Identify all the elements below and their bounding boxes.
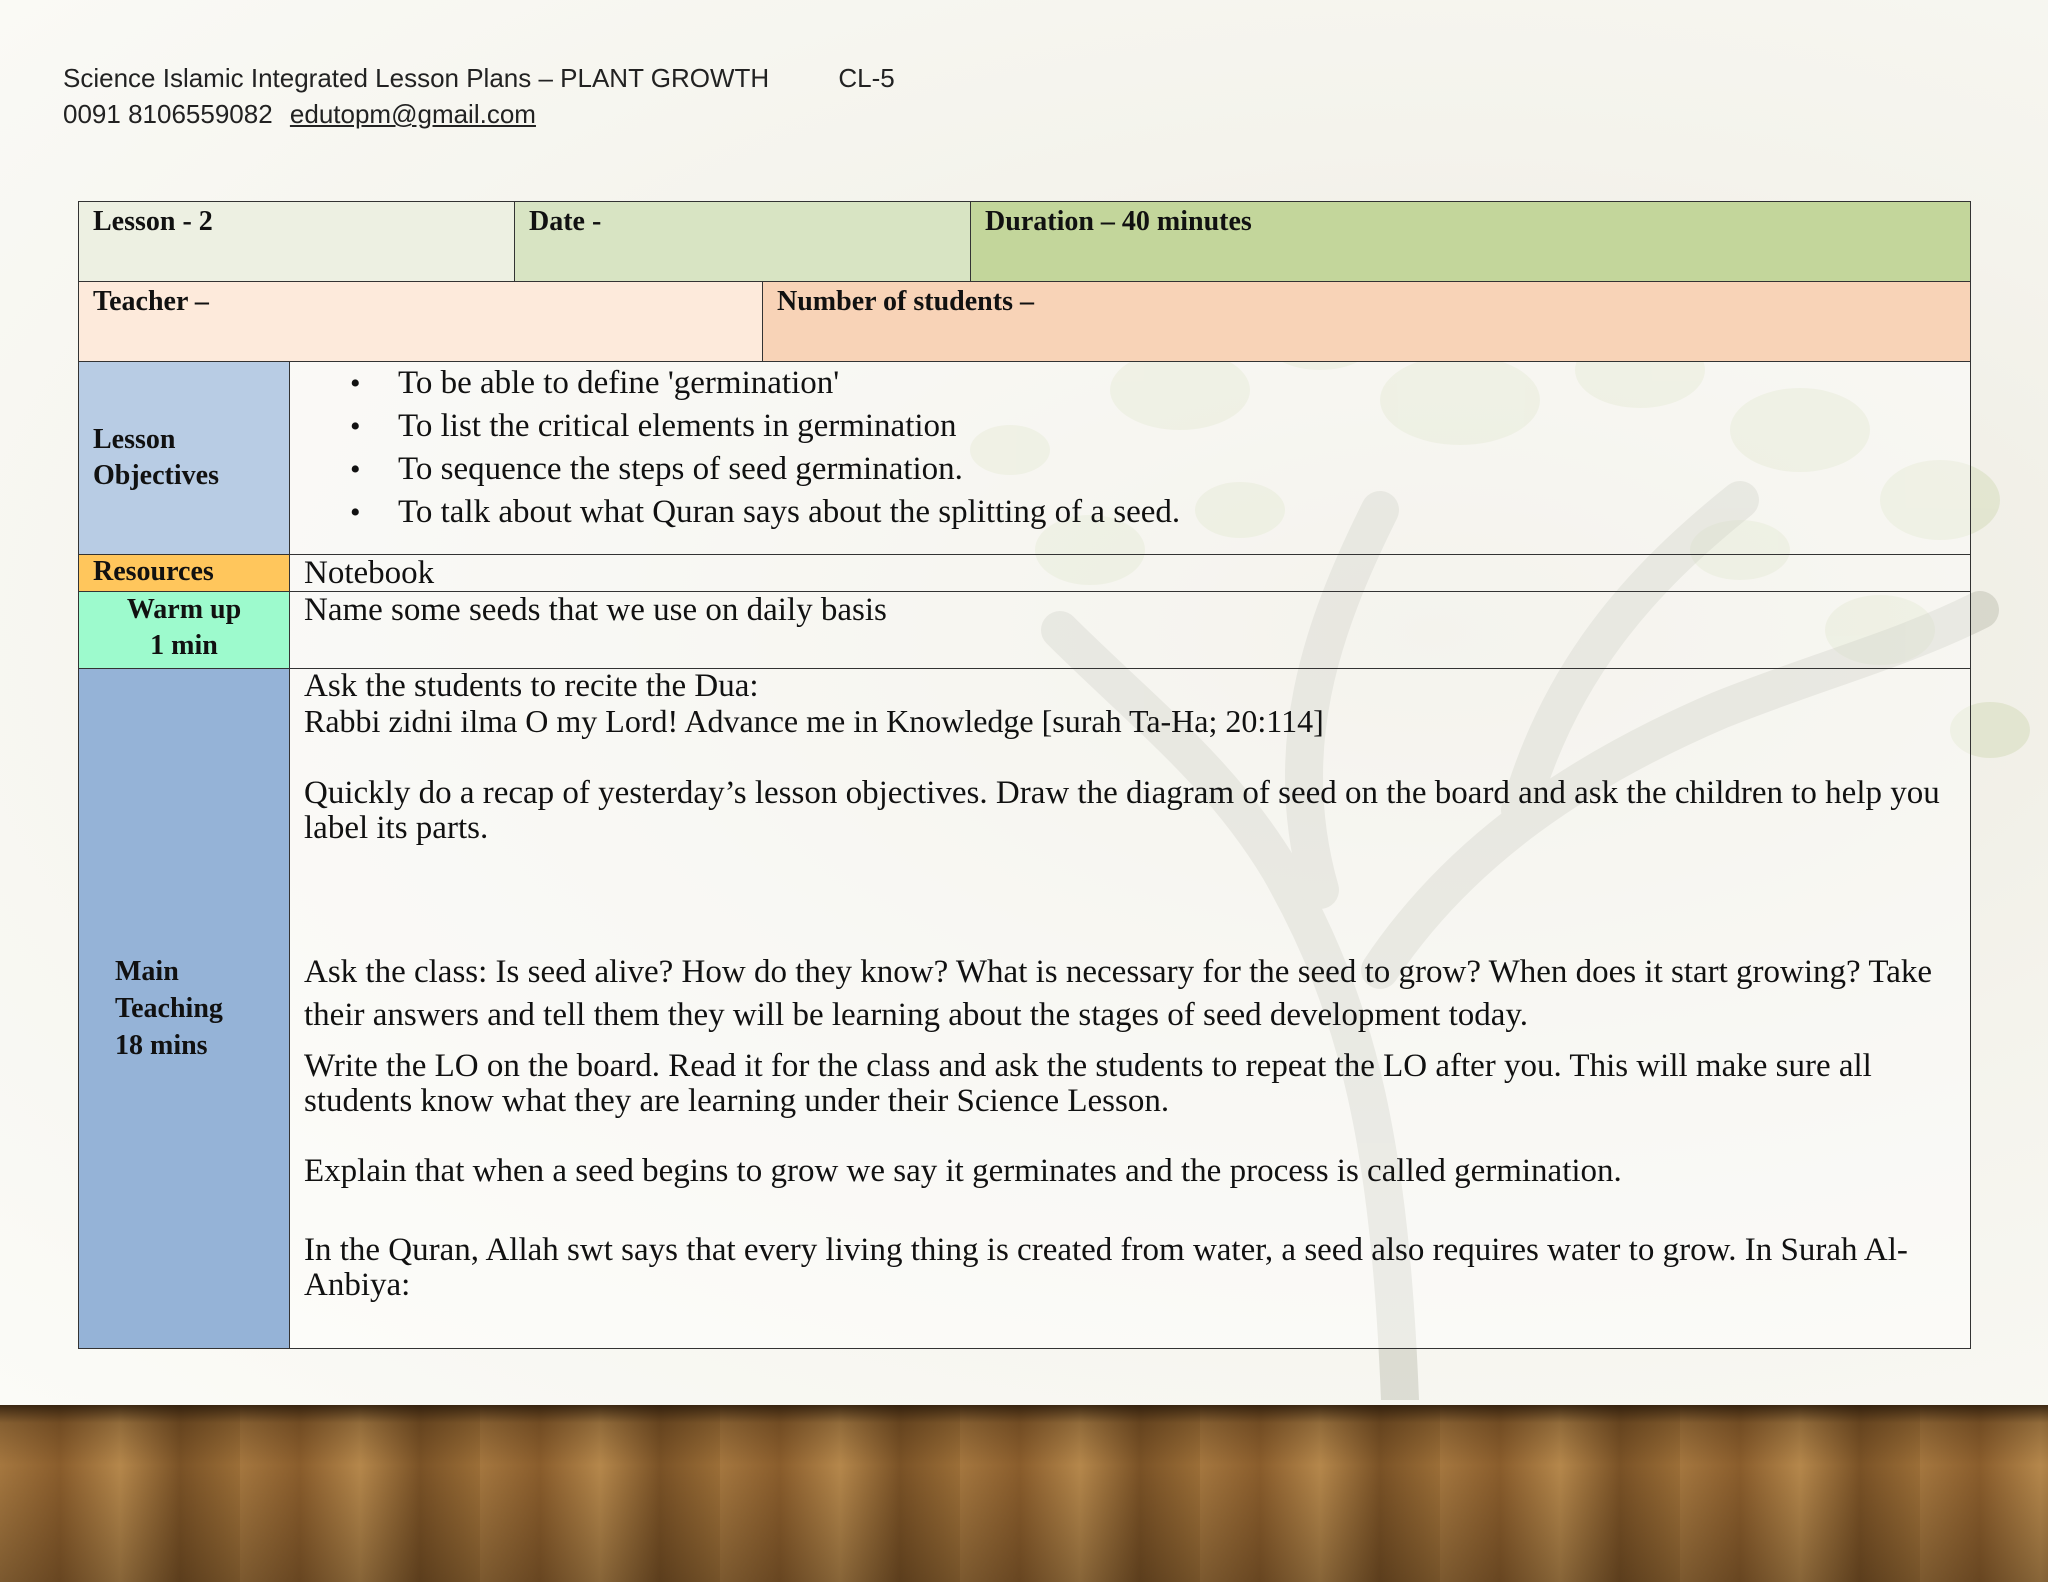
teacher-row: Teacher – Number of students –: [77, 281, 1972, 362]
warmup-label: Warm up 1 min: [78, 591, 290, 669]
objective-item: To list the critical elements in germina…: [290, 405, 1970, 448]
warmup-value: Name some seeds that we use on daily bas…: [304, 592, 887, 628]
lesson-number-cell: Lesson - 2: [77, 201, 516, 282]
dua-text: Rabbi zidni ilma O my Lord! Advance me i…: [304, 703, 1324, 739]
recap-paragraph: Quickly do a recap of yesterday’s lesson…: [304, 775, 1940, 846]
document-header: Science Islamic Integrated Lesson Plans …: [63, 60, 895, 132]
quran-paragraph: In the Quran, Allah swt says that every …: [304, 1232, 1908, 1303]
objectives-row: Lesson Objectives To be able to define '…: [78, 361, 1972, 555]
questions-paragraph: Ask the class: Is seed alive? How do the…: [304, 954, 1932, 1033]
objective-item: To talk about what Quran says about the …: [290, 491, 1970, 534]
warmup-row: Warm up 1 min Name some seeds that we us…: [78, 591, 1972, 669]
email-link[interactable]: edutopm@gmail.com: [290, 99, 536, 129]
teacher-cell: Teacher –: [77, 281, 764, 362]
students-cell: Number of students –: [762, 281, 1972, 362]
resources-value: Notebook: [304, 555, 435, 591]
class-label: CL-5: [838, 63, 895, 93]
lo-paragraph: Write the LO on the board. Read it for t…: [304, 1048, 1872, 1119]
resources-row: Resources Notebook: [78, 554, 1972, 592]
objectives-list: To be able to define 'germination' To li…: [290, 362, 1970, 554]
main-teaching-content: Ask the students to recite the Dua: Rabb…: [288, 668, 1972, 1349]
lesson-plan-table: Lesson - 2 Date - Duration – 40 minutes …: [77, 201, 1972, 1349]
objectives-label: Lesson Objectives: [78, 361, 290, 555]
germination-paragraph: Explain that when a seed begins to grow …: [304, 1153, 1622, 1189]
objective-item: To sequence the steps of seed germinatio…: [290, 448, 1970, 491]
phone-number: 0091 8106559082: [63, 99, 273, 129]
document-title: Science Islamic Integrated Lesson Plans …: [63, 63, 770, 93]
objectives-content: To be able to define 'germination' To li…: [288, 361, 1972, 555]
duration-cell: Duration – 40 minutes: [970, 201, 1972, 282]
lesson-info-row: Lesson - 2 Date - Duration – 40 minutes: [77, 201, 1972, 282]
wood-floor: [0, 1405, 2048, 1582]
main-teaching-label: Main Teaching 18 mins: [78, 668, 290, 1349]
resources-label: Resources: [78, 554, 290, 592]
main-teaching-row: Main Teaching 18 mins Ask the students t…: [78, 668, 1972, 1349]
date-cell: Date -: [514, 201, 972, 282]
objective-item: To be able to define 'germination': [290, 362, 1970, 405]
dua-instruction: Ask the students to recite the Dua:: [304, 668, 759, 704]
